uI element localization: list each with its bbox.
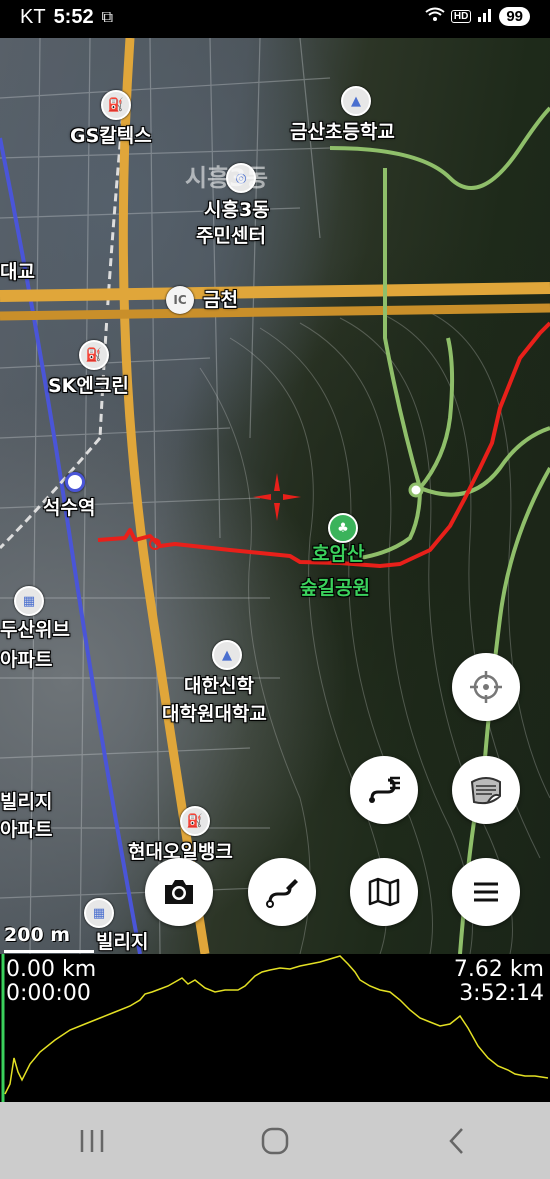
draw-route-button[interactable] xyxy=(248,858,316,926)
map-label-village-2: 빌리지 xyxy=(96,931,149,953)
locate-icon xyxy=(470,671,502,703)
gas-station-icon[interactable]: ⛽ xyxy=(101,90,131,120)
map-label-sk: SK엔크린 xyxy=(48,375,129,397)
layers-icon xyxy=(470,777,501,805)
gas-station-icon[interactable]: ⛽ xyxy=(79,340,109,370)
back-icon xyxy=(449,1127,464,1154)
apartment-icon[interactable]: ▦ xyxy=(14,586,44,616)
screenshot-icon: ⧉ xyxy=(101,8,114,26)
map-label-bridge: 대교 xyxy=(0,261,35,283)
map-label-school: 금산초등학교 xyxy=(290,121,395,143)
map-label-univ-2: 대학원대학교 xyxy=(162,703,267,725)
map-label-village: 빌리지 xyxy=(0,791,53,813)
camera-icon xyxy=(165,880,193,904)
home-button[interactable] xyxy=(245,1111,305,1171)
map-label-univ-1: 대한신학 xyxy=(184,675,254,697)
recent-apps-button[interactable] xyxy=(62,1111,122,1171)
trail-junction-marker xyxy=(408,482,424,498)
carrier-label: KT xyxy=(20,6,46,28)
wifi-icon xyxy=(425,7,445,26)
apartment-icon[interactable]: ▦ xyxy=(84,898,114,928)
status-bar: KT 5:52 ⧉ HD 99 xyxy=(0,0,550,38)
expressway xyxy=(0,282,550,302)
menu-button[interactable] xyxy=(452,858,520,926)
interchange-badge[interactable]: IC xyxy=(166,286,194,314)
signal-icon xyxy=(477,7,493,26)
total-distance: 7.62 km xyxy=(453,957,544,982)
hiking-trails xyxy=(329,106,550,954)
menu-icon xyxy=(474,882,498,902)
map-label-gs: GS칼텍스 xyxy=(70,125,152,147)
profile-start-info: 0.00 km 0:00:00 xyxy=(6,958,96,1006)
total-time: 3:52:14 xyxy=(459,981,544,1006)
university-icon[interactable]: ▲ xyxy=(212,640,242,670)
start-distance: 0.00 km xyxy=(6,957,97,982)
school-icon[interactable]: ▲ xyxy=(341,86,371,116)
map-label-station: 석수역 xyxy=(43,497,96,519)
map-label-park-2: 숲길공원 xyxy=(300,577,370,599)
expressway-lane xyxy=(0,303,550,321)
recorded-track xyxy=(97,321,550,568)
battery-level: 99 xyxy=(499,7,530,26)
map-label-center-1: 시흥3동 xyxy=(204,199,270,221)
map-label-park-1: 호암산 xyxy=(312,543,365,565)
hd-voice-badge: HD xyxy=(450,10,472,23)
map-icon xyxy=(368,877,400,907)
home-icon xyxy=(261,1127,289,1154)
park-icon[interactable]: ♣ xyxy=(328,513,358,543)
map-button[interactable] xyxy=(350,858,418,926)
locate-button[interactable] xyxy=(452,653,520,721)
map-scale-bar xyxy=(4,950,94,953)
map-label-district: 시흥3동 xyxy=(185,164,268,192)
map-center-crosshair xyxy=(253,473,301,521)
map-label-apt-1: 두산위브 xyxy=(0,619,70,641)
map-label-apt-2: 아파트 xyxy=(0,649,53,671)
system-navigation-bar xyxy=(0,1102,550,1179)
clock: 5:52 xyxy=(53,6,94,28)
map-view[interactable]: ⛽ ▲ ◎ ⛽ ♣ ▦ ▲ ⛽ ▦ IC GS칼텍스 금산초등학교 시흥3동 시… xyxy=(0,38,550,954)
elevation-profile[interactable]: 0.00 km 0:00:00 7.62 km 3:52:14 xyxy=(0,954,550,1102)
layers-button[interactable] xyxy=(452,756,520,824)
gas-station-icon[interactable]: ⛽ xyxy=(180,806,210,836)
route-list-button[interactable] xyxy=(350,756,418,824)
recent-apps-icon xyxy=(80,1129,103,1152)
station-icon[interactable] xyxy=(65,472,85,492)
back-button[interactable] xyxy=(428,1111,488,1171)
draw-route-icon xyxy=(266,879,298,908)
map-scale-label: 200 m xyxy=(4,924,71,946)
map-label-center-2: 주민센터 xyxy=(196,225,266,247)
camera-button[interactable] xyxy=(145,858,213,926)
map-label-ic: 금천 xyxy=(203,289,238,311)
profile-total-info: 7.62 km 3:52:14 xyxy=(454,958,544,1006)
route-list-icon xyxy=(369,776,400,803)
start-time: 0:00:00 xyxy=(6,981,91,1006)
map-label-village-apt: 아파트 xyxy=(0,819,53,841)
